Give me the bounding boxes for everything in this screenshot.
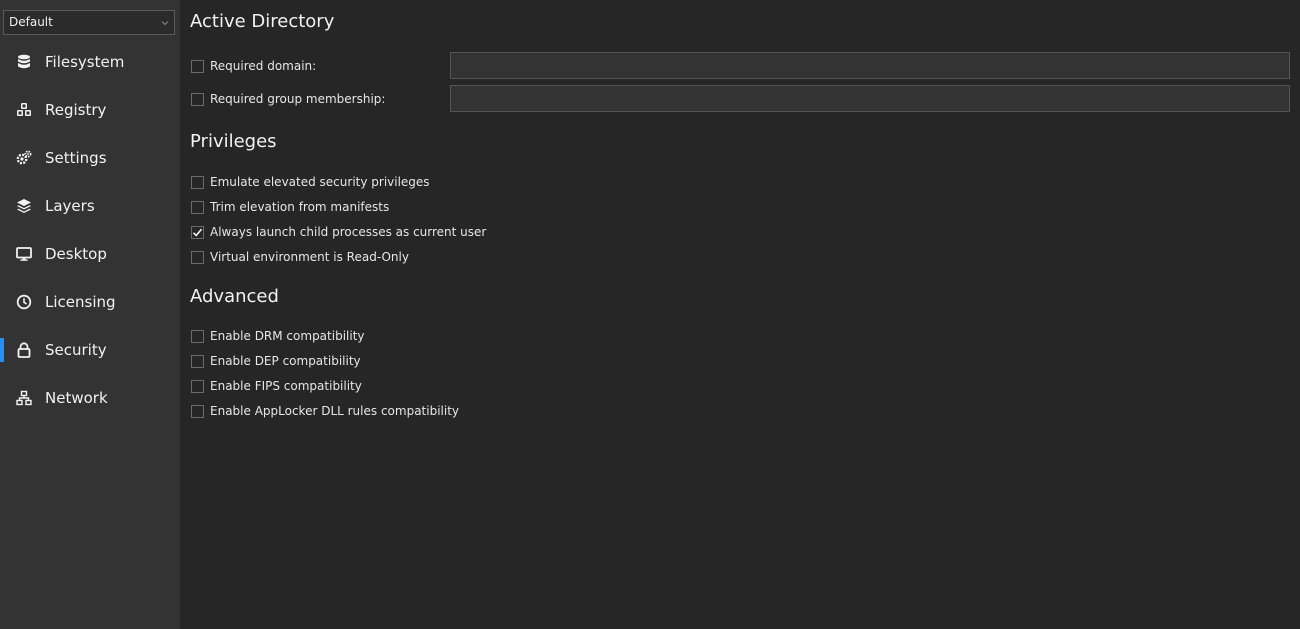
cubes-icon: [16, 102, 32, 118]
sidebar-item-layers[interactable]: Layers: [0, 182, 180, 230]
applocker-compatibility-label: Enable AppLocker DLL rules compatibility: [210, 404, 460, 418]
sidebar-item-filesystem[interactable]: Filesystem: [0, 38, 180, 86]
section-title-advanced: Advanced: [190, 286, 279, 307]
sidebar-item-label: Registry: [45, 101, 107, 119]
profile-dropdown[interactable]: Default: [3, 10, 175, 35]
sidebar-item-settings[interactable]: Settings: [0, 134, 180, 182]
required-group-label: Required group membership:: [210, 92, 386, 106]
database-icon: [16, 54, 32, 70]
read-only-environment-row[interactable]: Virtual environment is Read-Only: [191, 249, 409, 265]
launch-child-processes-row[interactable]: Always launch child processes as current…: [191, 224, 486, 240]
required-group-input[interactable]: [450, 85, 1290, 112]
trim-elevation-checkbox[interactable]: [191, 200, 204, 214]
gears-icon: [16, 150, 32, 166]
checkmark-icon: [192, 228, 203, 237]
dep-compatibility-label: Enable DEP compatibility: [210, 354, 361, 368]
required-group-checkbox[interactable]: [191, 92, 204, 106]
security-settings-panel: Active Directory Required domain: Requir…: [180, 0, 1300, 629]
dep-compatibility-checkbox[interactable]: [191, 354, 204, 368]
clock-icon: [16, 294, 32, 310]
drm-compatibility-row[interactable]: Enable DRM compatibility: [191, 328, 365, 344]
emulate-elevated-privileges-checkbox[interactable]: [191, 175, 204, 189]
required-group-checkbox-row[interactable]: Required group membership:: [191, 91, 385, 107]
launch-child-processes-label: Always launch child processes as current…: [210, 225, 487, 239]
applocker-compatibility-row[interactable]: Enable AppLocker DLL rules compatibility: [191, 403, 459, 419]
fips-compatibility-label: Enable FIPS compatibility: [210, 379, 362, 393]
profile-selected-value: Default: [9, 15, 53, 29]
launch-child-processes-checkbox[interactable]: [191, 225, 204, 239]
sidebar-item-licensing[interactable]: Licensing: [0, 278, 180, 326]
sidebar-item-security[interactable]: Security: [0, 326, 180, 374]
dep-compatibility-row[interactable]: Enable DEP compatibility: [191, 353, 361, 369]
sidebar: Default Filesystem Registry Settings Lay…: [0, 0, 180, 629]
sidebar-item-label: Settings: [45, 149, 107, 167]
monitor-icon: [16, 246, 32, 262]
section-title-privileges: Privileges: [190, 131, 277, 152]
drm-compatibility-label: Enable DRM compatibility: [210, 329, 365, 343]
sidebar-item-label: Filesystem: [45, 53, 125, 71]
chevron-down-icon: [161, 11, 169, 34]
sidebar-item-registry[interactable]: Registry: [0, 86, 180, 134]
sidebar-item-network[interactable]: Network: [0, 374, 180, 422]
required-domain-input[interactable]: [450, 52, 1290, 79]
sidebar-item-desktop[interactable]: Desktop: [0, 230, 180, 278]
lock-icon: [16, 342, 32, 358]
emulate-elevated-privileges-row[interactable]: Emulate elevated security privileges: [191, 174, 430, 190]
required-domain-checkbox[interactable]: [191, 59, 204, 73]
sidebar-item-label: Network: [45, 389, 108, 407]
sidebar-item-label: Desktop: [45, 245, 107, 263]
layers-icon: [16, 198, 32, 214]
fips-compatibility-row[interactable]: Enable FIPS compatibility: [191, 378, 362, 394]
emulate-elevated-privileges-label: Emulate elevated security privileges: [210, 175, 430, 189]
read-only-environment-checkbox[interactable]: [191, 250, 204, 264]
applocker-compatibility-checkbox[interactable]: [191, 404, 204, 418]
drm-compatibility-checkbox[interactable]: [191, 329, 204, 343]
app-window: Default Filesystem Registry Settings Lay…: [0, 0, 1300, 629]
network-icon: [16, 390, 32, 406]
fips-compatibility-checkbox[interactable]: [191, 379, 204, 393]
sidebar-item-label: Layers: [45, 197, 95, 215]
sidebar-item-label: Security: [45, 341, 107, 359]
read-only-environment-label: Virtual environment is Read-Only: [210, 250, 409, 264]
section-title-active-directory: Active Directory: [190, 11, 335, 32]
required-domain-label: Required domain:: [210, 59, 317, 73]
required-domain-checkbox-row[interactable]: Required domain:: [191, 58, 316, 74]
sidebar-nav: Filesystem Registry Settings Layers Desk…: [0, 38, 180, 422]
trim-elevation-row[interactable]: Trim elevation from manifests: [191, 199, 389, 215]
trim-elevation-label: Trim elevation from manifests: [210, 200, 390, 214]
sidebar-item-label: Licensing: [45, 293, 116, 311]
